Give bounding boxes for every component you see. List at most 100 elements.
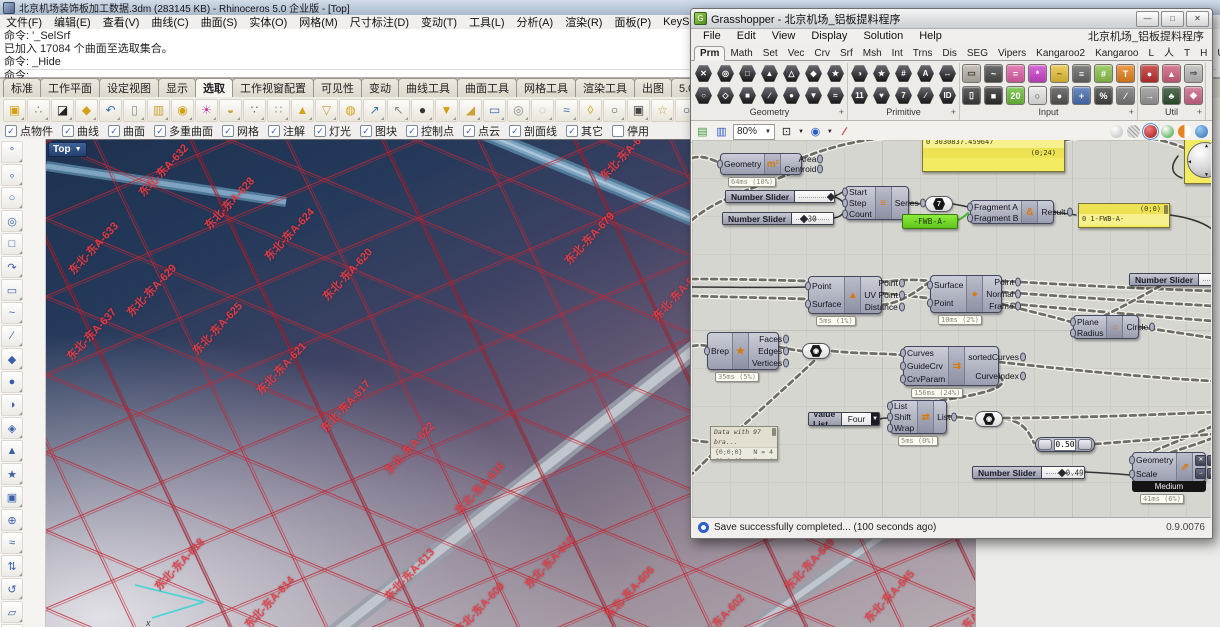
input-Curves[interactable]: Curves xyxy=(907,348,945,358)
rhino-toolbar-icon-23[interactable]: ≈ xyxy=(555,99,578,122)
gh-component-icon-input-5[interactable]: 20 xyxy=(1005,85,1026,106)
rhino-sidebar-icon-2[interactable]: ○ xyxy=(1,187,23,209)
rhino-toolbar-icon-20[interactable]: ▭ xyxy=(483,99,506,122)
output-List[interactable]: List xyxy=(937,412,950,422)
gh-tab-H[interactable]: H xyxy=(1195,47,1212,60)
gh-tab-SEG[interactable]: SEG xyxy=(962,47,993,60)
knob-ball[interactable]: ▲▼◀▶ xyxy=(1187,142,1211,178)
gh-node-panel-green[interactable]: -FWB-A- xyxy=(902,214,958,229)
rhino-menu-曲面(S)[interactable]: 曲面(S) xyxy=(195,14,244,30)
gh-group-expand[interactable]: + xyxy=(1197,106,1202,119)
gh-node-circle[interactable]: PlaneRadius○Circle xyxy=(1073,315,1139,339)
rhino-tab-标准[interactable]: 标准 xyxy=(3,78,41,97)
rhino-menu-工具(L)[interactable]: 工具(L) xyxy=(463,14,510,30)
gh-tab-Srf[interactable]: Srf xyxy=(835,47,858,60)
filter-曲线[interactable]: ✓曲线 xyxy=(62,123,99,139)
preview-off-icon[interactable] xyxy=(1110,125,1123,138)
gh-node-value-list[interactable]: Value ListFour▼ xyxy=(808,412,880,426)
input-Point[interactable]: Point xyxy=(934,298,963,308)
rhino-tab-变动[interactable]: 变动 xyxy=(361,78,399,97)
rhino-tab-工作平面[interactable]: 工作平面 xyxy=(40,78,100,97)
output-Normal[interactable]: Normal xyxy=(986,289,1013,299)
rhino-tab-出图[interactable]: 出图 xyxy=(634,78,672,97)
checkbox-icon[interactable]: ✓ xyxy=(222,125,234,137)
filter-控制点[interactable]: ✓控制点 xyxy=(406,123,454,139)
gh-component-icon-primitive-1[interactable]: 11 xyxy=(849,85,870,106)
checkbox-icon[interactable]: ✓ xyxy=(5,125,17,137)
save-file-icon[interactable]: ▥ xyxy=(714,124,729,139)
rhino-menu-渲染(R)[interactable]: 渲染(R) xyxy=(559,14,608,30)
gh-component-icon-input-13[interactable]: % xyxy=(1093,85,1114,106)
gh-component-icon-geometry-12[interactable]: ★ xyxy=(825,63,846,84)
rhino-tab-设定视图[interactable]: 设定视图 xyxy=(99,78,159,97)
stepper-right-button[interactable] xyxy=(1078,439,1092,450)
gh-menu-Display[interactable]: Display xyxy=(803,30,855,42)
input-List[interactable]: List xyxy=(894,401,914,411)
checkbox-icon[interactable]: ✓ xyxy=(108,125,120,137)
checkbox-icon[interactable]: ✓ xyxy=(360,125,372,137)
gh-group-expand[interactable]: + xyxy=(839,106,844,119)
rhino-menu-面板(P)[interactable]: 面板(P) xyxy=(608,14,657,30)
gh-menu-Solution[interactable]: Solution xyxy=(855,30,911,42)
input-GuideCrv[interactable]: GuideCrv xyxy=(907,361,945,371)
gh-component-icon-geometry-7[interactable]: ∕ xyxy=(759,85,780,106)
maximize-button[interactable]: □ xyxy=(1161,11,1184,27)
gh-component-icon-primitive-7[interactable]: ∕ xyxy=(915,85,936,106)
gh-tab-U[interactable]: U xyxy=(1212,47,1220,60)
rhino-tab-网格工具[interactable]: 网格工具 xyxy=(516,78,576,97)
mini-button[interactable]: ✕ xyxy=(1195,455,1206,466)
gh-node-panel-area-value[interactable]: (0;23)0 3030837.459647(0;24) xyxy=(922,140,1065,172)
gh-tab-L[interactable]: L xyxy=(1143,47,1159,60)
rhino-sidebar-icon-15[interactable]: ▣ xyxy=(1,486,23,508)
gh-node-int-7[interactable]: 7 xyxy=(925,196,953,212)
checkbox-icon[interactable]: ✓ xyxy=(314,125,326,137)
input-CrvParam[interactable]: CrvParam xyxy=(907,374,945,384)
slider-track[interactable]: 30 xyxy=(792,213,833,224)
rhino-menu-查看(V)[interactable]: 查看(V) xyxy=(97,14,146,30)
gh-node-knob[interactable]: 0▲▼◀▶ xyxy=(1184,140,1211,184)
rhino-sidebar-icon-14[interactable]: ★ xyxy=(1,463,23,485)
checkbox-icon[interactable]: ✓ xyxy=(509,125,521,137)
gh-component-icon-input-3[interactable]: ■ xyxy=(983,85,1004,106)
rhino-sidebar-icon-13[interactable]: ▲ xyxy=(1,440,23,462)
output-Distance[interactable]: Distance xyxy=(865,302,898,312)
rhino-menu-尺寸标注(D)[interactable]: 尺寸标注(D) xyxy=(344,14,415,30)
mini-button[interactable]: ◡ xyxy=(1207,468,1211,479)
gh-node-slider-30[interactable]: Number Slider30 xyxy=(722,212,834,225)
rhino-sidebar-icon-6[interactable]: ▭ xyxy=(1,279,23,301)
gh-component-icon-util-4[interactable]: ⇒ xyxy=(1183,63,1204,84)
gh-node-sort-curves[interactable]: CurvesGuideCrvCrvParam⇉sortedCurvesCurve… xyxy=(903,346,999,386)
gh-component-icon-geometry-11[interactable]: ▼ xyxy=(803,85,824,106)
rhino-sidebar-icon-7[interactable]: ~ xyxy=(1,302,23,324)
rhino-toolbar-icon-26[interactable]: ▣ xyxy=(627,99,650,122)
gh-node-area[interactable]: Geometrym²AreaCentroid xyxy=(720,153,802,175)
input-Plane[interactable]: Plane xyxy=(1077,317,1103,327)
checkbox-icon[interactable]: ✓ xyxy=(268,125,280,137)
rhino-toolbar-icon-17[interactable]: ● xyxy=(411,99,434,122)
preview-shaded-icon[interactable] xyxy=(1144,125,1157,138)
gh-component-icon-geometry-9[interactable]: ● xyxy=(781,85,802,106)
gh-node-slider-top[interactable]: Number Slider xyxy=(725,190,835,203)
valuelist-value[interactable]: Four xyxy=(842,413,871,425)
gh-component-icon-primitive-3[interactable]: ♥ xyxy=(871,85,892,106)
rhino-toolbar-icon-14[interactable]: ◍ xyxy=(339,99,362,122)
filter-网格[interactable]: ✓网格 xyxy=(222,123,259,139)
gh-component-icon-input-11[interactable]: + xyxy=(1071,85,1092,106)
rhino-toolbar-icon-1[interactable]: ∴ xyxy=(27,99,50,122)
gh-component-icon-input-6[interactable]: * xyxy=(1027,63,1048,84)
filter-多重曲面[interactable]: ✓多重曲面 xyxy=(154,123,213,139)
rhino-toolbar-icon-4[interactable]: ↶ xyxy=(99,99,122,122)
slider-track[interactable] xyxy=(795,191,834,202)
gh-tab-Kangaroo[interactable]: Kangaroo xyxy=(1090,47,1143,60)
gh-component-icon-primitive-6[interactable]: A xyxy=(915,63,936,84)
rhino-tab-曲线工具[interactable]: 曲线工具 xyxy=(398,78,458,97)
checkbox-icon[interactable]: ✓ xyxy=(463,125,475,137)
gh-tab-Set[interactable]: Set xyxy=(758,47,783,60)
rhino-sidebar-icon-4[interactable]: □ xyxy=(1,233,23,255)
gh-component-icon-util-0[interactable]: ● xyxy=(1139,63,1160,84)
gh-component-icon-geometry-1[interactable]: ○ xyxy=(693,85,714,106)
rhino-toolbar-icon-22[interactable]: ◌ xyxy=(531,99,554,122)
input-Count[interactable]: Count xyxy=(849,209,872,219)
rhino-toolbar-icon-0[interactable]: ▣ xyxy=(3,99,26,122)
gh-component-icon-util-3[interactable]: ♣ xyxy=(1161,85,1182,106)
